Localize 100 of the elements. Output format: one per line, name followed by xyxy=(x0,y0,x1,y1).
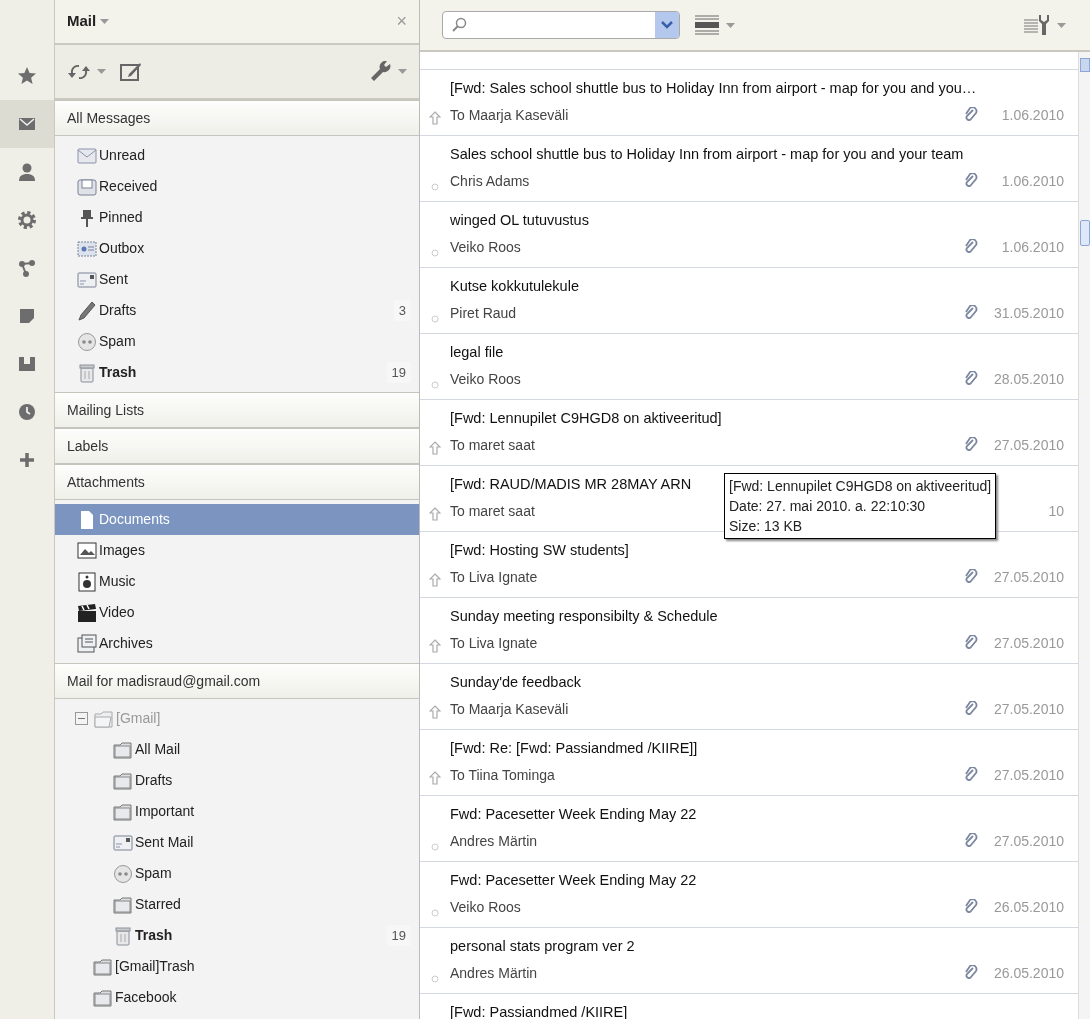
count-badge: 19 xyxy=(386,924,411,947)
tooltip-text: [Fwd: Lennupilet C9HGD8 on aktiveeritud] xyxy=(729,477,992,496)
folder-icon xyxy=(113,770,133,791)
compose-button[interactable] xyxy=(120,61,142,82)
folder-item[interactable]: Trash 19 xyxy=(55,357,419,388)
message-row[interactable]: legal file Veiko Roos 28.05.2010 xyxy=(420,334,1078,400)
dot-icon xyxy=(431,315,439,323)
folder-item[interactable]: Archives xyxy=(55,628,419,659)
list-settings-button[interactable] xyxy=(1023,14,1066,36)
message-sender: To Liva Ignate xyxy=(450,568,538,585)
settings-button[interactable] xyxy=(370,60,407,83)
folder-item[interactable]: Unread xyxy=(55,140,419,171)
dot-icon xyxy=(431,843,439,851)
trash-icon xyxy=(77,362,97,383)
mail-menu[interactable]: Mail xyxy=(67,10,110,33)
folder-item[interactable]: Spam xyxy=(55,326,419,357)
folder-item[interactable]: Images xyxy=(55,535,419,566)
message-sender: Veiko Roos xyxy=(450,370,521,387)
folder-item[interactable]: Outbox xyxy=(55,233,419,264)
person-icon xyxy=(17,162,37,182)
paperclip-icon xyxy=(964,107,978,123)
message-subject: legal file xyxy=(450,343,504,362)
caret-icon xyxy=(97,69,106,74)
card-icon xyxy=(77,269,97,290)
message-row[interactable]: personal stats program ver 2 Andres Märtin 26.05.2010 xyxy=(420,928,1078,994)
section-header[interactable]: Mail for madisraud@gmail.com xyxy=(55,663,419,699)
message-date: 27.05.2010 xyxy=(993,766,1064,783)
tray-icon xyxy=(77,176,97,197)
message-sender: To maret saat xyxy=(450,502,535,519)
caret-icon xyxy=(398,69,407,74)
pencil-icon xyxy=(77,300,97,321)
chevron-icon xyxy=(661,21,673,29)
message-subject: [Fwd: Re: [Fwd: Passiandmed /KIIRE]] xyxy=(450,739,698,758)
search-field[interactable] xyxy=(442,11,680,39)
folder-item[interactable]: Received xyxy=(55,171,419,202)
stamp-icon xyxy=(77,238,97,259)
folder-item[interactable]: Sent xyxy=(55,264,419,295)
folder-icon xyxy=(113,739,133,760)
share-icon xyxy=(17,258,37,278)
message-row[interactable]: winged OL tutuvustus Veiko Roos 1.06.2010 xyxy=(420,202,1078,268)
section-header[interactable]: Mailing Lists xyxy=(55,392,419,428)
message-row[interactable]: Fwd: Pacesetter Week Ending May 22 Andres Märtin 27.05.2010 xyxy=(420,796,1078,862)
search-icon xyxy=(451,17,467,33)
message-sender: To Maarja Kaseväli xyxy=(450,106,569,123)
count-badge: 3 xyxy=(393,299,411,322)
message-date: 31.05.2010 xyxy=(993,304,1064,321)
message-subject: personal stats program ver 2 xyxy=(450,937,635,956)
message-subject: Kutse kokkutulekule xyxy=(450,277,579,296)
folder-item[interactable]: Facebook xyxy=(55,982,419,1013)
message-row[interactable]: Kutse kokkutulekule Piret Raud 31.05.2010 xyxy=(420,268,1078,334)
scrollbar[interactable] xyxy=(1078,52,1090,1019)
message-date: 27.05.2010 xyxy=(993,568,1064,585)
message-subject: Sunday meeting responsibilty & Schedule xyxy=(450,607,718,626)
folder-item[interactable]: Video xyxy=(55,597,419,628)
paperclip-icon xyxy=(964,437,978,453)
plus-icon xyxy=(17,450,37,470)
forward-icon xyxy=(429,573,441,587)
section-header[interactable]: All Messages xyxy=(55,100,419,136)
message-subject: [Fwd: Sales school shuttle bus to Holiday Inn from airport - map for you and you… xyxy=(450,79,977,98)
message-date: 27.05.2010 xyxy=(993,634,1064,651)
message-sender: Chris Adams xyxy=(450,172,530,189)
message-row[interactable]: Sunday meeting responsibilty & Schedule To Liva Ignate 27.05.2010 xyxy=(420,598,1078,664)
message-sender: To Tiina Tominga xyxy=(450,766,555,783)
folder-icon xyxy=(113,801,133,822)
caret-icon xyxy=(100,19,110,24)
caret-icon xyxy=(1057,22,1066,28)
message-row[interactable]: Sunday'de feedback To Maarja Kaseväli 27.05.2010 xyxy=(420,664,1078,730)
message-row[interactable]: [Fwd: Lennupilet C9HGD8 on aktiveeritud] To maret saat 27.05.2010 xyxy=(420,400,1078,466)
folder-item[interactable]: [Gmail]Trash xyxy=(55,951,419,982)
message-sender: To Liva Ignate xyxy=(450,634,538,651)
message-subject: [Fwd: RAUD/MADIS MR 28MAY ARN xyxy=(450,475,692,494)
folder-item[interactable]: Drafts 3 xyxy=(55,295,419,326)
folder-item[interactable]: Pinned xyxy=(55,202,419,233)
speaker-icon xyxy=(77,571,97,592)
folder-item[interactable]: Music xyxy=(55,566,419,597)
dot-icon xyxy=(431,381,439,389)
forward-icon xyxy=(429,441,441,455)
clapperboard-icon xyxy=(77,602,97,623)
compose-icon xyxy=(120,61,142,82)
archive-icon xyxy=(77,633,97,654)
message-sender: Andres Märtin xyxy=(450,964,538,981)
folder-icon xyxy=(94,708,114,729)
dropdown-button[interactable] xyxy=(655,12,679,38)
message-sender: Veiko Roos xyxy=(450,238,521,255)
message-row[interactable]: Sales school shuttle bus to Holiday Inn from airport - map for you and your team Chris Adams 1.06.2010 xyxy=(420,136,1078,202)
message-date: 26.05.2010 xyxy=(993,898,1064,915)
message-row[interactable]: Fwd: Pacesetter Week Ending May 22 Veiko Roos 26.05.2010 xyxy=(420,862,1078,928)
rail-button[interactable] xyxy=(0,100,54,148)
folder-icon xyxy=(113,894,133,915)
folder-icon xyxy=(93,987,113,1008)
message-sender: To maret saat xyxy=(450,436,535,453)
message-row[interactable]: [Fwd: Re: [Fwd: Passiandmed /KIIRE]] To Tiina Tominga 27.05.2010 xyxy=(420,730,1078,796)
section-header[interactable]: Attachments xyxy=(55,464,419,500)
message-subject: Fwd: Pacesetter Week Ending May 22 xyxy=(450,805,697,824)
lines-icon xyxy=(694,14,720,36)
paperclip-icon xyxy=(964,173,978,189)
section-header[interactable]: Labels xyxy=(55,428,419,464)
count-badge: 19 xyxy=(386,361,411,384)
view-button[interactable] xyxy=(694,14,735,36)
message-row[interactable]: [Fwd: Sales school shuttle bus to Holiday Inn from airport - map for you and you… To Maarja Kaseväli 1.06.2010 xyxy=(420,70,1078,136)
